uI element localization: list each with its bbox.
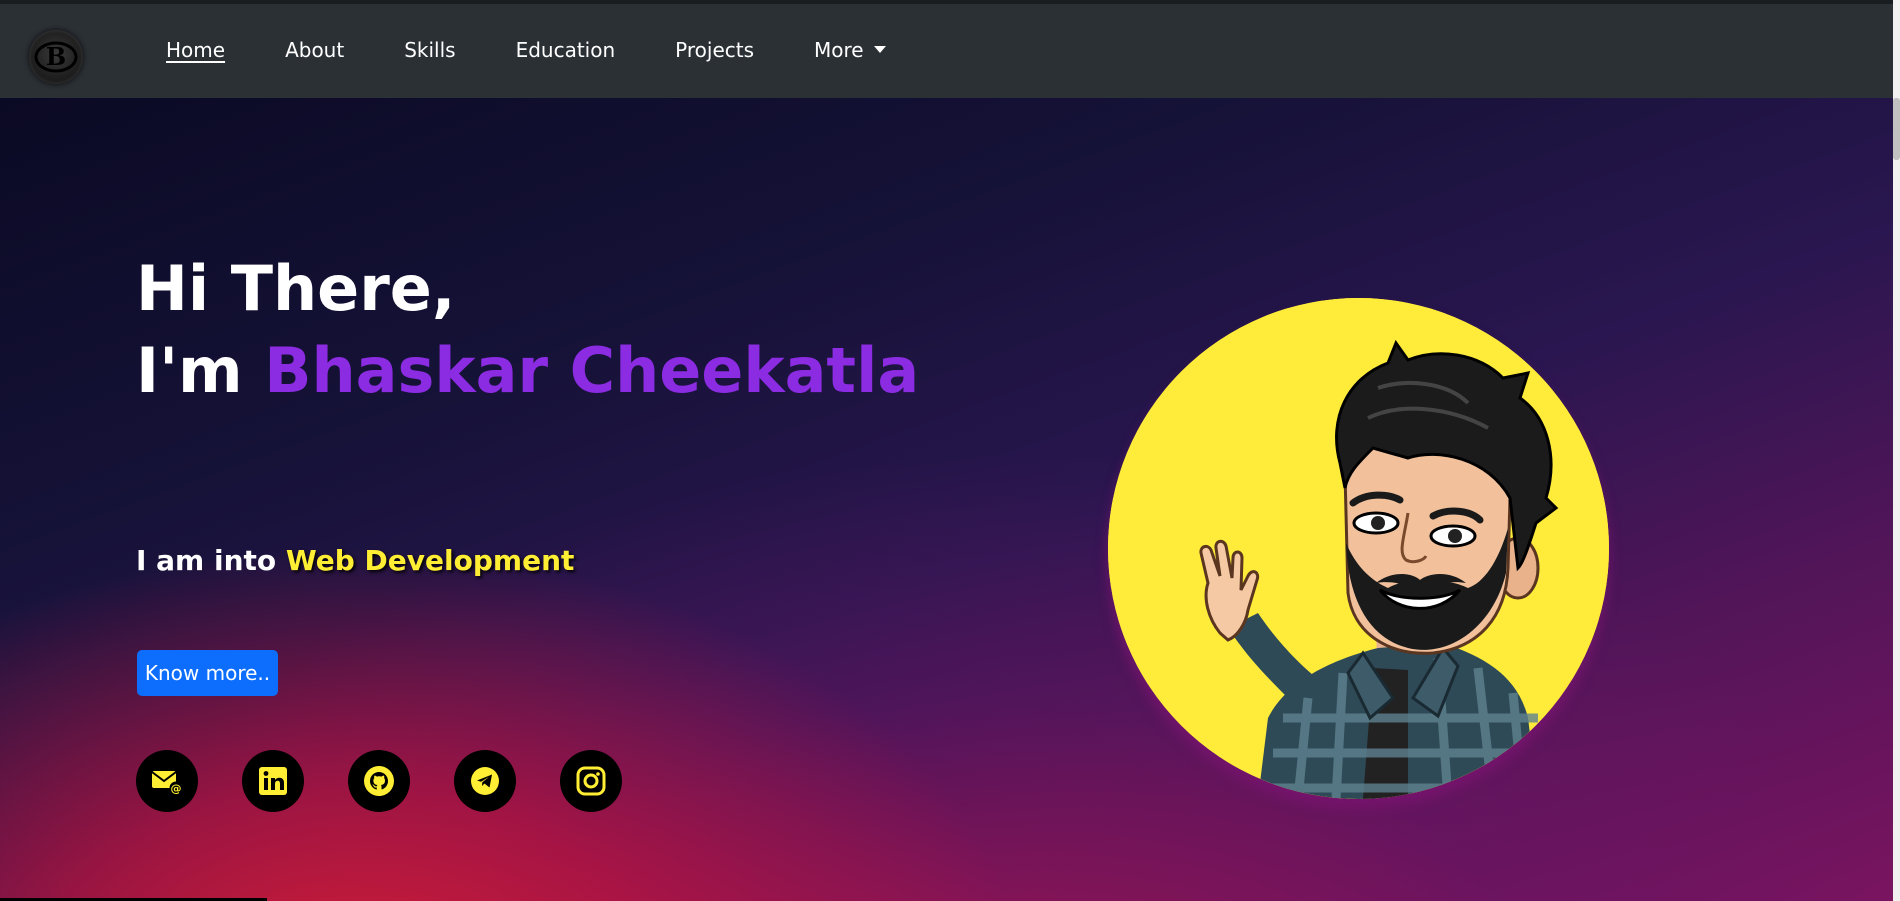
nav-link-home[interactable]: Home	[166, 38, 225, 62]
hero-title: Hi There, I'm Bhaskar Cheekatla	[136, 248, 919, 412]
hero-subtitle: I am into Web Development	[136, 544, 574, 577]
nav-link-about[interactable]: About	[285, 38, 344, 62]
hero-section: Hi There, I'm Bhaskar Cheekatla I am into…	[0, 98, 1893, 901]
cartoon-avatar-image	[1108, 298, 1609, 799]
hero-typed-text: Web Development	[285, 544, 575, 577]
linkedin-icon	[259, 767, 287, 795]
social-links: @	[136, 750, 622, 812]
know-more-button[interactable]: Know more..	[137, 650, 278, 696]
brand-logo[interactable]: B	[29, 30, 83, 84]
page: B Home About Skills Education Projects M…	[0, 0, 1900, 901]
hero-greeting: Hi There,	[136, 252, 456, 325]
github-icon	[364, 766, 394, 796]
nav-links: Home About Skills Education Projects Mor…	[166, 4, 946, 102]
nav-link-skills[interactable]: Skills	[404, 38, 455, 62]
svg-text:B: B	[46, 42, 66, 71]
linkedin-link[interactable]	[242, 750, 304, 812]
svg-text:@: @	[171, 782, 182, 795]
scrollbar-thumb[interactable]	[1893, 98, 1900, 160]
nav-link-more-label: More	[814, 38, 864, 62]
hero-name: Bhaskar Cheekatla	[264, 334, 920, 407]
hero-im-prefix: I'm	[136, 334, 265, 407]
avatar	[1108, 298, 1609, 799]
github-link[interactable]	[348, 750, 410, 812]
nav-link-projects[interactable]: Projects	[675, 38, 754, 62]
nav-dropdown-more[interactable]: More	[814, 38, 886, 62]
email-icon: @	[151, 771, 183, 795]
caret-down-icon	[873, 46, 886, 53]
telegram-icon	[471, 767, 499, 795]
navbar: B Home About Skills Education Projects M…	[0, 0, 1893, 98]
instagram-link[interactable]	[560, 750, 622, 812]
telegram-link[interactable]	[454, 750, 516, 812]
email-link[interactable]: @	[136, 750, 198, 812]
nav-link-education[interactable]: Education	[516, 38, 616, 62]
hero-sub-prefix: I am into	[136, 544, 286, 577]
instagram-icon	[576, 766, 606, 796]
